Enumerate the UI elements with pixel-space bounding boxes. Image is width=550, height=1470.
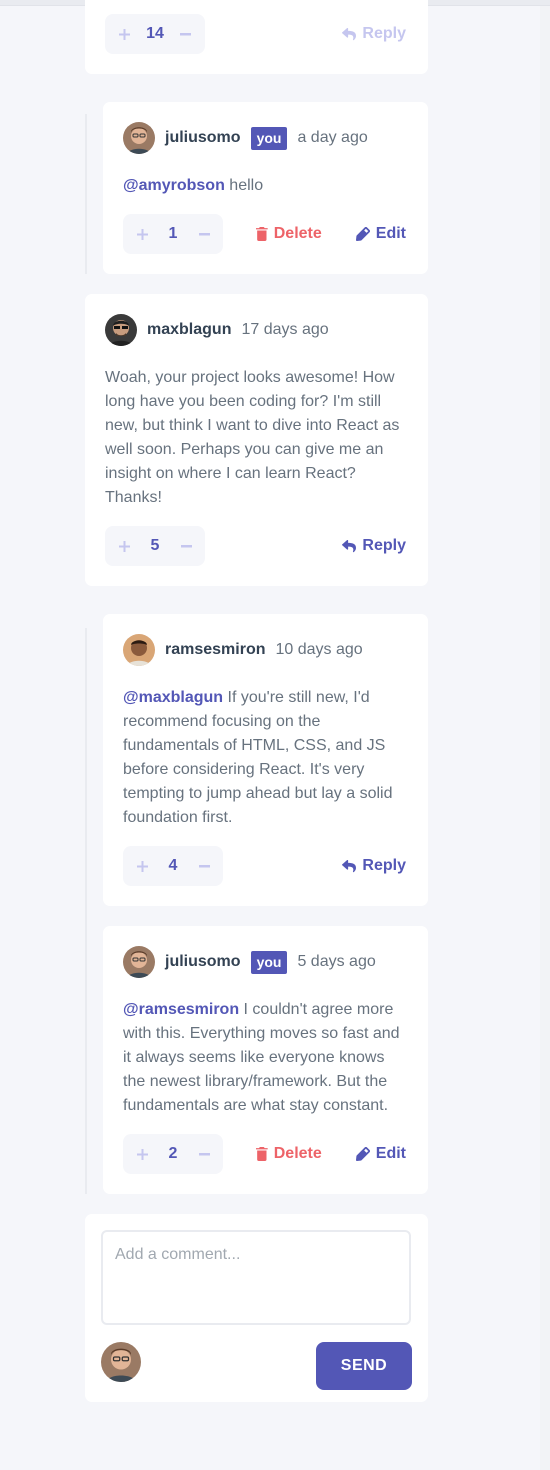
mention-link[interactable]: @amyrobson (123, 177, 225, 194)
plus-icon (136, 228, 148, 240)
minus-icon (180, 544, 192, 547)
you-badge: you (250, 950, 288, 974)
reply-icon (342, 859, 357, 872)
edit-label: Edit (375, 225, 406, 242)
reply-button[interactable]: Reply (342, 537, 406, 555)
vote-count: 1 (168, 225, 178, 242)
vote-count: 2 (168, 1145, 178, 1162)
avatar-ramsesmiron (123, 634, 155, 666)
username[interactable]: juliusomo (165, 953, 241, 971)
pencil-icon (355, 1147, 370, 1161)
upvote-button[interactable] (113, 23, 135, 45)
avatar-current-user (101, 1342, 141, 1382)
reply-label: Reply (362, 857, 406, 874)
delete-button[interactable]: Delete (255, 1145, 322, 1163)
minus-icon (180, 32, 192, 35)
plus-icon (136, 860, 148, 872)
scrollbar-track[interactable] (540, 6, 550, 1470)
timestamp: 5 days ago (297, 953, 376, 970)
upvote-button[interactable] (131, 1143, 153, 1165)
comment-card: juliusomo you 5 days ago @ramsesmiron I … (103, 926, 428, 1194)
comment-card: juliusomo you a day ago @amyrobson hello… (103, 102, 428, 274)
mention-link[interactable]: @maxblagun (123, 689, 223, 706)
vote-count: 5 (150, 537, 160, 554)
comment-text: @ramsesmiron I couldn't agree more with … (123, 998, 408, 1118)
plus-icon (118, 28, 130, 40)
downvote-button[interactable] (175, 23, 197, 45)
upvote-button[interactable] (113, 535, 135, 557)
vote-control: 5 (105, 526, 205, 566)
comment-text: Woah, your project looks awesome! How lo… (105, 369, 400, 506)
avatar-juliusomo (123, 122, 155, 154)
downvote-button[interactable] (193, 855, 215, 877)
avatar-maxblagun (105, 314, 137, 346)
edit-label: Edit (375, 1145, 406, 1162)
trash-icon (255, 1147, 268, 1161)
avatar-juliusomo (123, 946, 155, 978)
plus-icon (136, 1148, 148, 1160)
reply-icon (342, 539, 357, 552)
minus-icon (198, 232, 210, 235)
edit-button[interactable]: Edit (355, 1145, 406, 1163)
comment-body: hello (224, 177, 264, 194)
minus-icon (198, 1152, 210, 1155)
vote-count: 4 (168, 857, 178, 874)
username[interactable]: juliusomo (165, 129, 241, 147)
reply-label: Reply (362, 537, 406, 554)
reply-button[interactable]: Reply (342, 25, 406, 43)
comment-input[interactable] (101, 1230, 411, 1325)
thread-line (85, 114, 87, 274)
reply-icon (342, 27, 357, 40)
timestamp: 17 days ago (241, 321, 329, 338)
plus-icon (118, 540, 130, 552)
delete-label: Delete (273, 225, 322, 242)
downvote-button[interactable] (175, 535, 197, 557)
comment-text: @maxblagun If you're still new, I'd reco… (123, 686, 408, 830)
mention-link[interactable]: @ramsesmiron (123, 1001, 239, 1018)
vote-control: 2 (123, 1134, 223, 1174)
delete-label: Delete (273, 1145, 322, 1162)
vote-control: 1 (123, 214, 223, 254)
send-button[interactable]: SEND (316, 1342, 412, 1390)
you-badge: you (250, 126, 288, 150)
upvote-button[interactable] (131, 855, 153, 877)
edit-button[interactable]: Edit (355, 225, 406, 243)
comment-body: If you're still new, I'd recommend focus… (123, 689, 393, 826)
downvote-button[interactable] (193, 1143, 215, 1165)
thread-line (85, 628, 87, 1194)
vote-control: 14 (105, 14, 205, 54)
comment-card: maxblagun 17 days ago Woah, your project… (85, 294, 428, 586)
comment-card-partial: 14 Reply (85, 0, 428, 74)
comment-composer: SEND (85, 1214, 428, 1402)
minus-icon (198, 864, 210, 867)
timestamp: a day ago (297, 129, 368, 146)
delete-button[interactable]: Delete (255, 225, 322, 243)
username[interactable]: maxblagun (147, 321, 231, 339)
vote-control: 4 (123, 846, 223, 886)
reply-label: Reply (362, 25, 406, 42)
trash-icon (255, 227, 268, 241)
downvote-button[interactable] (193, 223, 215, 245)
upvote-button[interactable] (131, 223, 153, 245)
pencil-icon (355, 227, 370, 241)
vote-count: 14 (146, 25, 164, 42)
reply-button[interactable]: Reply (342, 857, 406, 875)
comment-text: @amyrobson hello (123, 174, 408, 198)
comment-card: ramsesmiron 10 days ago @maxblagun If yo… (103, 614, 428, 906)
timestamp: 10 days ago (275, 641, 363, 658)
username[interactable]: ramsesmiron (165, 641, 266, 659)
